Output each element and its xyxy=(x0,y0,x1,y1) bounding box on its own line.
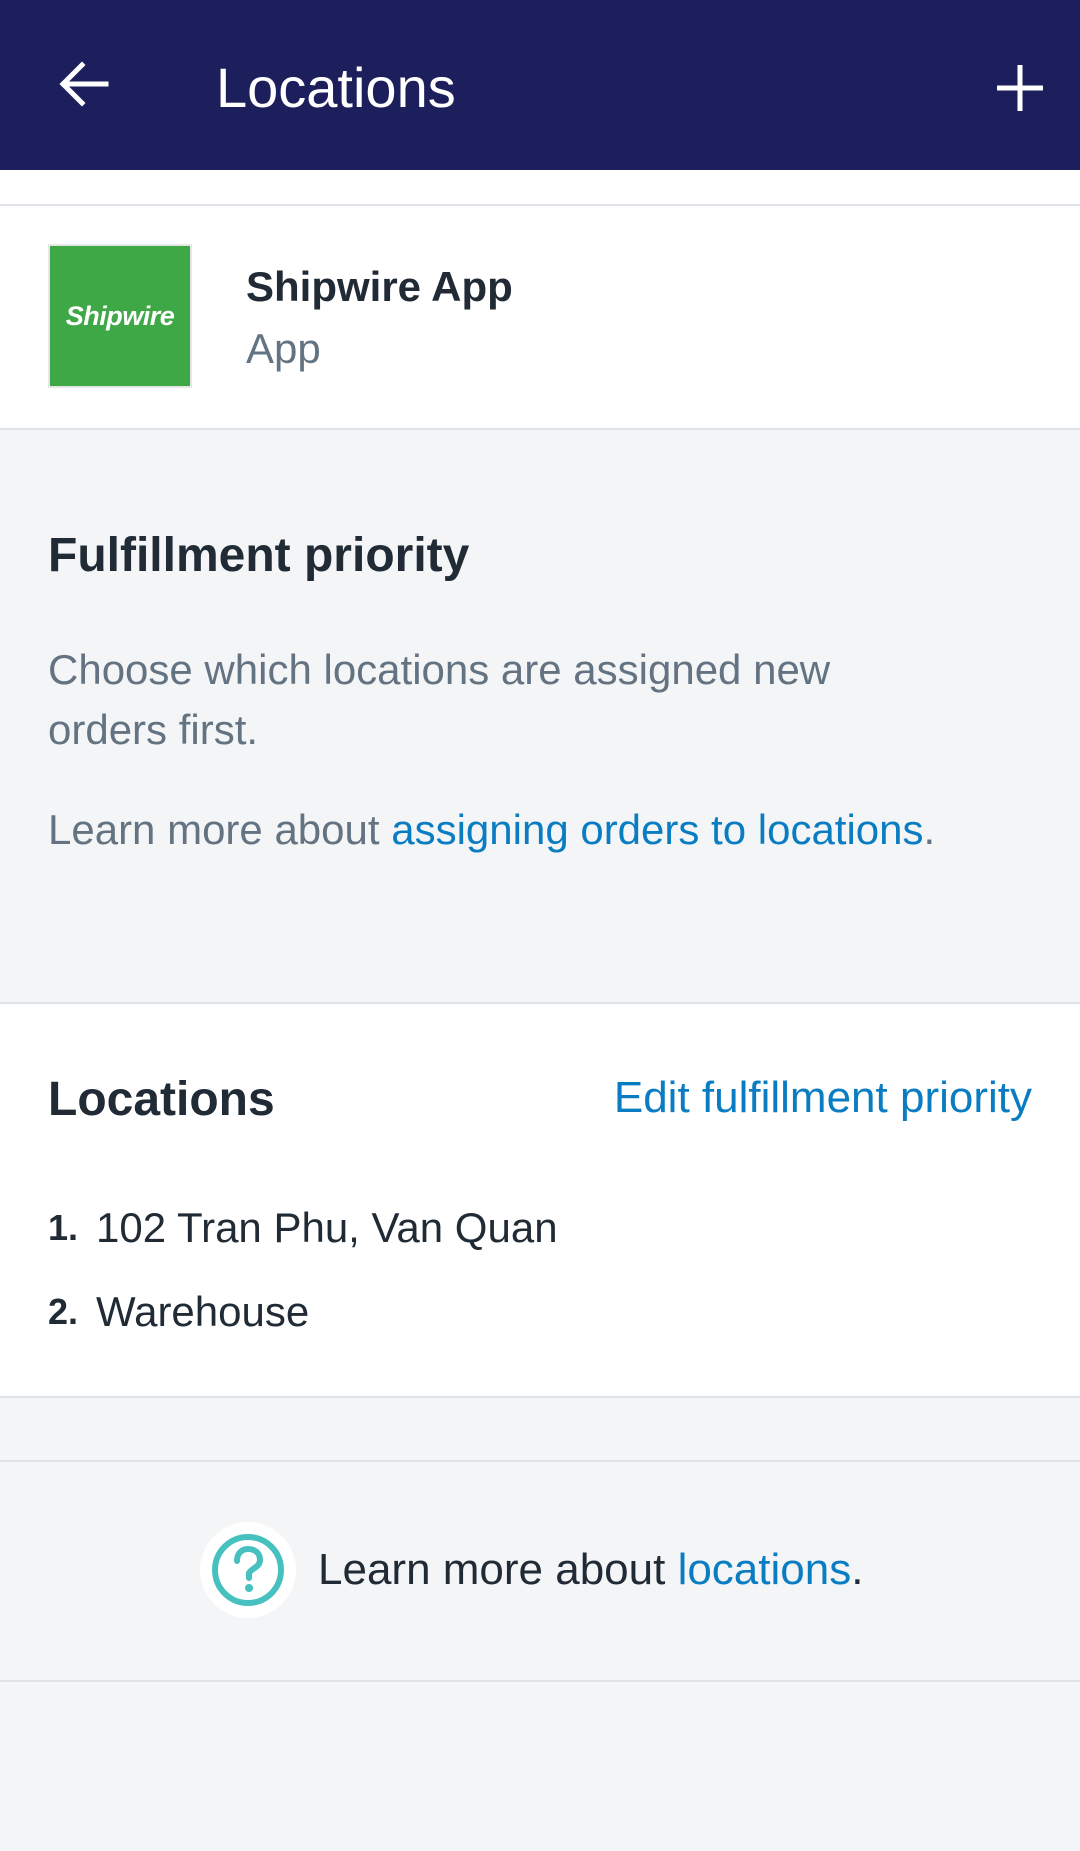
fulfillment-priority-section: Fulfillment priority Choose which locati… xyxy=(0,430,1080,1002)
app-type: App xyxy=(246,325,321,372)
locations-heading: Locations xyxy=(48,1073,275,1126)
page-title: Locations xyxy=(216,56,456,119)
learn-suffix: . xyxy=(923,806,936,853)
list-item: 1. 102 Tran Phu, Van Quan xyxy=(48,1198,558,1258)
divider xyxy=(0,1680,1080,1682)
footer-text: Learn more about locations. xyxy=(318,1545,863,1595)
shipwire-logo: Shipwire xyxy=(48,244,192,388)
list-item-name: Warehouse xyxy=(96,1288,310,1335)
edit-fulfillment-priority-link[interactable]: Edit fulfillment priority xyxy=(614,1070,1032,1126)
plus-icon xyxy=(997,65,1043,111)
add-location-button[interactable] xyxy=(984,52,1056,124)
fulfillment-priority-heading: Fulfillment priority xyxy=(48,529,470,582)
top-spacer xyxy=(0,170,1080,206)
logo-text: Shipwire xyxy=(65,300,175,331)
help-badge xyxy=(200,1522,296,1618)
assigning-orders-link[interactable]: assigning orders to locations xyxy=(391,806,923,853)
arrow-left-icon xyxy=(59,61,109,107)
back-button[interactable] xyxy=(48,48,120,120)
list-item-number: 1. xyxy=(48,1207,79,1248)
footer-area: Learn more about locations. xyxy=(0,1398,1080,1851)
locations-card: Locations Edit fulfillment priority 1. 1… xyxy=(0,1002,1080,1398)
help-circle-icon xyxy=(212,1534,284,1606)
footer-suffix: . xyxy=(851,1545,864,1594)
learn-prefix: Learn more about xyxy=(48,806,392,853)
top-app-bar: Locations xyxy=(0,0,1080,170)
list-item-number: 2. xyxy=(48,1291,79,1332)
list-item-name: 102 Tran Phu, Van Quan xyxy=(96,1204,558,1251)
divider xyxy=(0,1460,1080,1462)
fulfillment-priority-description: Choose which locations are assigned new … xyxy=(48,646,831,753)
learn-more-assigning: Learn more about assigning orders to loc… xyxy=(48,800,948,860)
app-card[interactable]: Shipwire Shipwire App App xyxy=(0,206,1080,430)
footer-prefix: Learn more about xyxy=(318,1545,678,1594)
locations-link[interactable]: locations xyxy=(678,1545,852,1594)
learn-more-locations: Learn more about locations. xyxy=(200,1520,863,1620)
app-name: Shipwire App xyxy=(246,263,513,310)
list-item: 2. Warehouse xyxy=(48,1282,309,1342)
